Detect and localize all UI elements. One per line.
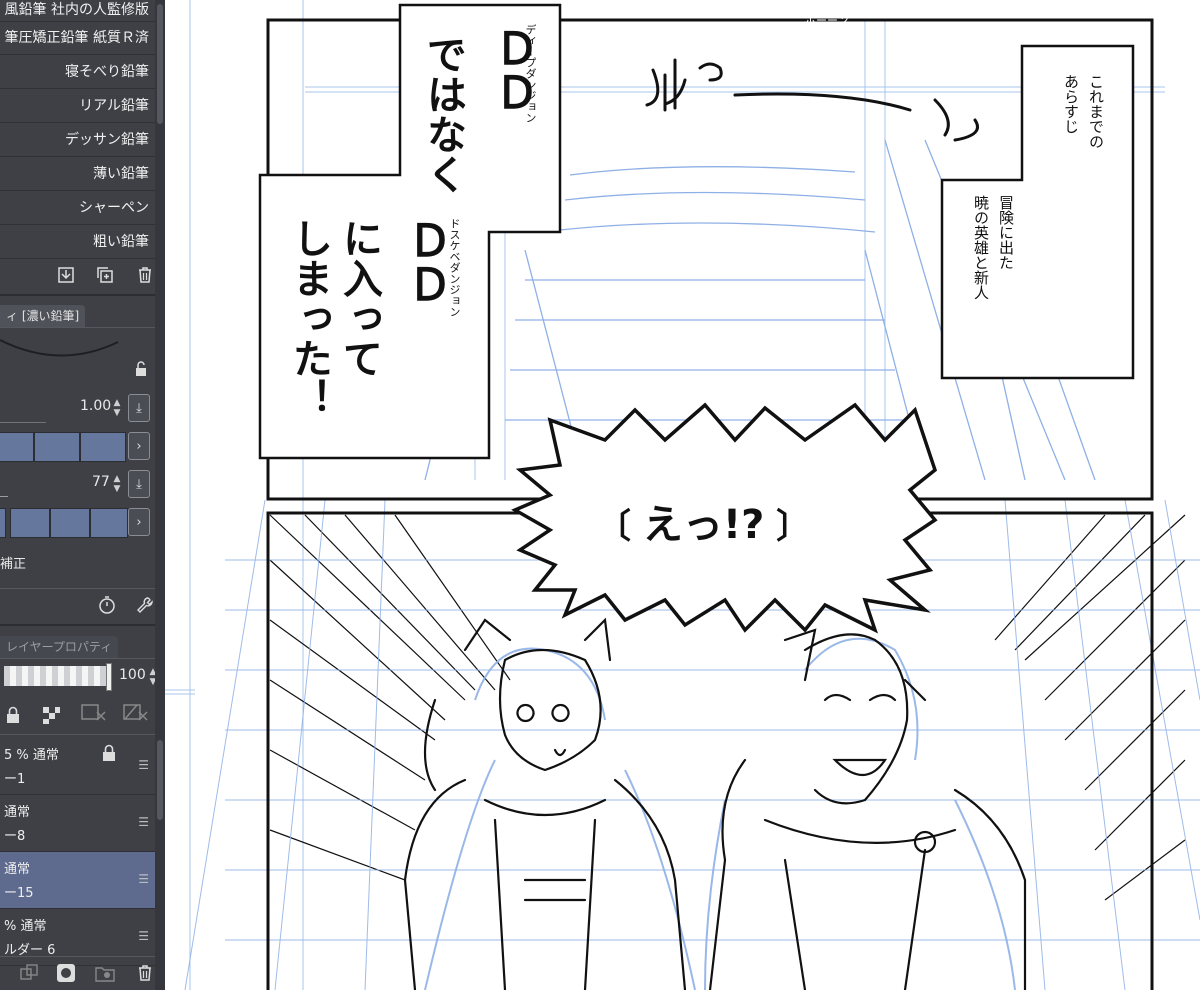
layer-menu-icon[interactable]: ☰ bbox=[138, 815, 149, 829]
clip-mask-icon[interactable] bbox=[80, 702, 110, 724]
brush-list-toolbar bbox=[0, 260, 155, 290]
brush-item[interactable]: デッサン鉛筆 bbox=[0, 124, 155, 157]
layer-opacity-handle[interactable] bbox=[106, 663, 112, 691]
sfx-pon: ポーーン bbox=[805, 14, 849, 27]
characters-sketch bbox=[424, 637, 1016, 990]
layer-opacity-value[interactable]: 100 bbox=[119, 667, 146, 683]
speech-bubble-text: 〔 えっ!? 〕 bbox=[597, 492, 810, 550]
panel-divider bbox=[0, 734, 165, 735]
layer-convert-icon[interactable] bbox=[18, 962, 40, 984]
recap-arasuji: あらすじ bbox=[1062, 74, 1080, 134]
trash-icon[interactable] bbox=[134, 962, 156, 984]
opacity-slider[interactable] bbox=[0, 496, 8, 497]
transparency-lock-icon[interactable] bbox=[40, 704, 62, 726]
recap-eiyuu: 暁の英雄と新人 bbox=[972, 195, 990, 300]
color-swatch[interactable] bbox=[0, 508, 6, 538]
layer-blend-label: 通常 bbox=[4, 862, 31, 877]
wrench-icon[interactable] bbox=[134, 594, 156, 616]
drawing-canvas[interactable]: ＤＤ ディープダンジョン ではなく ＤＤ ドスケベダンジョン に入って しまった… bbox=[165, 0, 1200, 990]
layer-blend-label: 5 % 通常 bbox=[4, 748, 59, 763]
trash-icon[interactable] bbox=[134, 264, 156, 286]
layer-menu-icon[interactable]: ☰ bbox=[138, 758, 149, 772]
brush-size-stepper[interactable]: ▲ ▼ bbox=[111, 398, 123, 420]
chevron-right-icon[interactable]: › bbox=[128, 432, 150, 460]
chevron-right-icon[interactable]: › bbox=[128, 508, 150, 536]
panel-scrollbar[interactable] bbox=[155, 0, 165, 990]
speech-bubble-label: えっ!? bbox=[642, 502, 765, 548]
bracket-left: 〔 bbox=[597, 507, 643, 547]
reference-layer-icon[interactable] bbox=[122, 702, 152, 724]
caption-dewanaku: ではなく bbox=[420, 34, 466, 194]
layer-mask-icon[interactable] bbox=[55, 962, 77, 984]
tab-layer-property[interactable]: レイヤープロパティ bbox=[0, 636, 119, 658]
layer-blend-label: % 通常 bbox=[4, 919, 47, 934]
lock-icon[interactable] bbox=[130, 358, 152, 380]
layer-name: ー15 bbox=[4, 886, 34, 901]
stopwatch-icon[interactable] bbox=[96, 594, 118, 616]
brush-item[interactable]: 粗い鉛筆 bbox=[0, 226, 155, 259]
panel-divider bbox=[0, 294, 165, 296]
color-swatch[interactable] bbox=[90, 508, 128, 538]
lock-icon[interactable] bbox=[2, 704, 24, 726]
color-swatch[interactable] bbox=[80, 432, 126, 462]
brush-item[interactable]: 筆圧矯正鉛筆 紙質Ｒ済 bbox=[0, 22, 155, 55]
download-icon[interactable]: ⤓ bbox=[128, 470, 150, 498]
brush-size-slider[interactable] bbox=[0, 422, 46, 423]
brush-item[interactable]: シャーペン bbox=[0, 192, 155, 225]
tab-tool-property[interactable]: ィ [濃い鉛筆] bbox=[0, 305, 86, 327]
layer-row[interactable]: 通常ー15 ☰ bbox=[0, 852, 155, 909]
brush-item[interactable]: 薄い鉛筆 bbox=[0, 158, 155, 191]
panel-divider bbox=[0, 588, 165, 589]
color-swatch[interactable] bbox=[10, 508, 50, 538]
layer-row[interactable]: 通常ー8 ☰ bbox=[0, 795, 155, 852]
layer-menu-icon[interactable]: ☰ bbox=[138, 872, 149, 886]
new-folder-icon[interactable] bbox=[94, 962, 116, 984]
brush-item[interactable]: 風鉛筆 社内の人監修版 bbox=[0, 0, 155, 22]
panel-divider bbox=[0, 658, 165, 659]
brush-size-value[interactable]: 1.00 bbox=[80, 398, 111, 414]
recap-kore-made: これまでの bbox=[1087, 74, 1105, 149]
caption-ruby-deep: ディープダンジョン bbox=[524, 24, 537, 123]
opacity-value[interactable]: 77 bbox=[92, 474, 110, 490]
characters-lineart bbox=[403, 617, 1027, 990]
panel-divider bbox=[0, 624, 165, 626]
layer-opacity-slider[interactable] bbox=[4, 666, 108, 686]
recap-bouken: 冒険に出た bbox=[997, 195, 1015, 270]
duplicate-icon[interactable] bbox=[94, 264, 116, 286]
brush-item[interactable]: リアル鉛筆 bbox=[0, 90, 155, 123]
layer-row[interactable]: % 通常 ルダー 6 ☰ bbox=[0, 909, 155, 966]
download-icon[interactable]: ⤓ bbox=[128, 394, 150, 422]
layer-name: ー8 bbox=[4, 829, 26, 844]
caption-ruby-dosukebe: ドスケベダンジョン bbox=[448, 218, 461, 317]
import-icon[interactable] bbox=[55, 264, 77, 286]
color-swatch[interactable] bbox=[50, 508, 90, 538]
panel-divider bbox=[0, 327, 165, 328]
layer-row[interactable]: 5 % 通常 ー1 ☰ bbox=[0, 738, 155, 795]
opacity-stepper[interactable]: ▲ ▼ bbox=[111, 474, 123, 496]
panel-divider bbox=[0, 956, 165, 957]
correction-label: 補正 bbox=[0, 557, 27, 572]
brush-stroke-preview bbox=[0, 339, 119, 357]
caption-ni-haitte: に入って bbox=[336, 218, 382, 378]
layer-blend-label: 通常 bbox=[4, 805, 31, 820]
sfx-pon-art bbox=[645, 58, 979, 142]
bracket-right: 〕 bbox=[764, 507, 811, 547]
caption-shimatta: しまった！ bbox=[286, 218, 332, 418]
brush-item[interactable]: 寝そべり鉛筆 bbox=[0, 56, 155, 89]
lock-icon[interactable] bbox=[98, 742, 120, 764]
layer-menu-icon[interactable]: ☰ bbox=[138, 929, 149, 943]
tool-panel: 風鉛筆 社内の人監修版 筆圧矯正鉛筆 紙質Ｒ済 寝そべり鉛筆 リアル鉛筆 デッサン鉛筆薄… bbox=[0, 0, 165, 990]
color-swatch[interactable] bbox=[34, 432, 80, 462]
layer-name: ー1 bbox=[4, 772, 26, 787]
color-swatch[interactable] bbox=[0, 432, 34, 462]
